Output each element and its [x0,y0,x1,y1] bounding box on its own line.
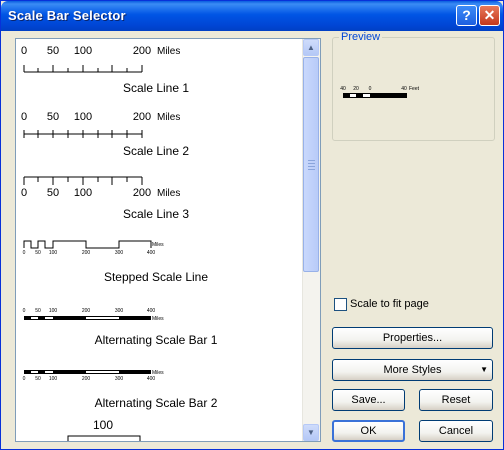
units-label: Miles [152,242,164,248]
tick-label: 100 [49,250,58,256]
item-label: Alternating Scale Bar 1 [94,333,218,347]
tick-label: 50 [47,45,59,57]
scale-bar-list[interactable]: 0 50 100 200 Miles 0 50 100 200 Miles 0 50 100 200 Mil… [15,38,321,442]
tick-label: 200 [82,250,91,256]
tick-label: 50 [47,187,59,199]
dialog-window: Scale Bar Selector ? ✕ 0 50 100 200 Miles 0 50… [0,0,504,450]
tick-label: 20 [353,86,359,92]
tick-label: 400 [147,308,156,314]
tick-label: 100 [74,187,92,199]
dialog-body: 0 50 100 200 Miles 0 50 100 200 Miles 0 50 100 200 Mil… [4,31,500,447]
tick-label: 400 [147,250,156,256]
bar-segment [363,94,370,97]
scale-bar-samples: 0 50 100 200 Miles 0 50 100 200 Miles 0 50 100 200 Mil… [21,45,180,441]
units-label: Feet [409,86,420,92]
bar-segment [31,371,38,373]
bar-segment [350,94,356,97]
item-label: Scale Line 2 [122,144,190,158]
bar-segment [45,317,53,319]
tick-label: 0 [21,187,27,199]
more-styles-button[interactable]: More Styles ▼ [332,359,493,381]
scale-to-fit-checkbox[interactable] [334,298,347,311]
tick-label: 300 [115,308,124,314]
chevron-down-icon: ▼ [307,428,315,437]
ok-button[interactable]: OK [332,420,405,442]
scroll-down-button[interactable]: ▼ [303,424,319,441]
tick-label: 300 [115,250,124,256]
grip-line [308,160,315,161]
grip-line [308,169,315,170]
tick-label: 100 [49,308,58,314]
close-button[interactable]: ✕ [479,5,500,26]
tick-label: 200 [133,45,151,57]
item-label: Stepped Scale Line [103,270,209,284]
stepped-scale-line-item: 0 50 100 200 300 400 Miles [23,240,164,256]
save-button[interactable]: Save... [332,389,405,411]
title-bar: Scale Bar Selector ? ✕ [1,1,503,31]
preview-title: Preview [339,31,383,43]
tick-label: 50 [47,111,59,123]
scrollbar-thumb[interactable] [303,57,319,272]
more-styles-label: More Styles [383,364,442,376]
tick-label: 40 [340,86,346,92]
tick-label: 50 [35,250,41,256]
tick-label: 50 [35,376,41,382]
window-title: Scale Bar Selector [8,8,126,23]
alternating-scale-bar-2-item: 0 50 100 200 300 400Miles [23,370,164,382]
tick-label: 40 [401,86,407,92]
grip-line [308,166,315,167]
close-icon: ✕ [483,7,496,23]
units-label: Miles [157,188,180,199]
tick-label: 200 [82,376,91,382]
preview-bar-group: 40 20 0 40 Feet [340,86,420,98]
tick-label: 0 [21,45,27,57]
tick-label: 50 [35,308,41,314]
help-button[interactable]: ? [456,5,477,26]
preview-scale-bar: 40 20 0 40 Feet [340,86,420,98]
reset-button[interactable]: Reset [419,389,493,411]
item-label: Scale Line 1 [122,81,190,95]
alternating-scale-bar-1-item: 0 50 100 200 300 400 Miles [23,308,165,322]
scale-line-1-item: 0 50 100 200 Miles [21,45,180,73]
item-label: Alternating Scale Bar 2 [94,396,218,410]
bar-segment [45,371,53,373]
scale-to-fit-label[interactable]: Scale to fit page [350,298,429,310]
tick-label: 100 [49,376,58,382]
properties-button[interactable]: Properties... [332,327,493,349]
bar-outline [67,435,141,441]
tick-label: 300 [115,376,124,382]
units-label: Miles [157,112,180,123]
tick-label: 200 [133,187,151,199]
bar-segment [31,317,38,319]
tick-label: 0 [23,250,26,256]
preview-group: Preview 40 20 0 40 Feet [332,31,495,141]
grip-line [308,163,315,164]
scale-line-3-item: 0 50 100 200 Miles [21,176,180,199]
tick-label: 400 [147,376,156,382]
scale-line-2-item: 0 50 100 200 Miles [21,111,180,138]
cancel-button[interactable]: Cancel [419,420,493,442]
bar-segment [86,371,119,373]
units-label: Miles [152,370,164,376]
tick-label: 100 [74,111,92,123]
vertical-scrollbar[interactable]: ▲ ▼ [302,39,320,441]
tick-label: 0 [21,111,27,123]
units-label: Miles [152,316,164,322]
units-label: Miles [157,46,180,57]
chevron-up-icon: ▲ [307,43,315,52]
tick-label: 200 [133,111,151,123]
tick-label: 100 [74,45,92,57]
tick-label: 0 [23,308,26,314]
tick-label: 0 [23,376,26,382]
bar-segment [86,317,119,319]
tick-label: 200 [82,308,91,314]
partial-scale-bar-item: 100 [67,418,141,441]
scroll-up-button[interactable]: ▲ [303,39,319,56]
tick-label: 0 [369,86,372,92]
tick-label: 100 [93,418,113,432]
stepped-line [23,240,152,249]
item-label: Scale Line 3 [122,207,190,221]
triangle-down-icon: ▼ [480,365,488,374]
